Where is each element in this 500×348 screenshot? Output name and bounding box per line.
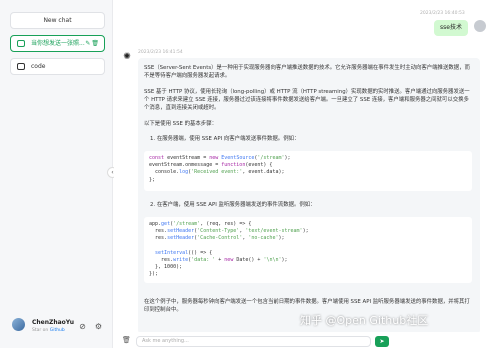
session-actions: ✎🗑 [85, 36, 100, 51]
code-block-1: const eventStream = new EventSource('/st… [144, 151, 472, 191]
settings-icon[interactable]: ⚙ [94, 322, 103, 331]
app-window: New chat 当你想发送一张照... ✎🗑 code ChenZhaoYu … [0, 0, 500, 348]
session-label: code [31, 63, 46, 70]
user-subtitle: Star on Github [32, 328, 65, 333]
openai-icon: ✺ [123, 52, 131, 62]
send-icon: ➤ [379, 338, 385, 345]
step-1: 1. 在服务器端，使用 SSE API 向客户端发送事件数据。例如： [150, 136, 300, 142]
answer-paragraph: 以下是使用 SSE 的基本步骤： [144, 121, 217, 127]
step-2: 2. 在客户端，使用 SSE API 监听服务器端发送的事件流数据。例如： [150, 202, 316, 208]
chat-icon [17, 63, 25, 70]
code-block-2: app.get('/stream', (req, res) => { res.s… [144, 217, 472, 283]
user-avatar [474, 20, 486, 32]
github-link[interactable]: Github [50, 328, 65, 333]
clear-icon[interactable]: ⊘ [78, 322, 87, 331]
chat-icon [17, 40, 25, 47]
bot-message: SSE（Server-Sent Events）是一种用于实现服务器向客户端推送数… [138, 58, 480, 334]
user-message: sse技术 [434, 20, 468, 36]
trash-icon[interactable]: 🗑 [122, 336, 131, 344]
user-message-time: 2023/2/23 16:40:53 [420, 11, 465, 16]
watermark: 知乎 @Open Github社区 [300, 314, 429, 327]
delete-icon[interactable]: 🗑 [91, 40, 100, 47]
send-button[interactable]: ➤ [375, 336, 389, 347]
sidebar: New chat 当你想发送一张照... ✎🗑 code ChenZhaoYu … [0, 0, 113, 348]
session-label: 当你想发送一张照... [31, 40, 85, 47]
user-name: ChenZhaoYu [32, 319, 74, 326]
bot-message-time: 2023/2/23 16:41:54 [138, 50, 183, 55]
message-input[interactable]: Ask me anything... [136, 336, 371, 347]
chat-main: 2023/2/23 16:40:53 sse技术 ✺ 2023/2/23 16:… [114, 0, 500, 348]
answer-paragraph: SSE（Server-Sent Events）是一种用于实现服务器向客户端推送数… [144, 65, 470, 79]
input-row: 🗑 Ask me anything... ➤ [114, 332, 500, 348]
answer-paragraph: SSE 基于 HTTP 协议，使用长轮询（long-polling）或 HTTP… [144, 89, 470, 111]
session-item[interactable]: code [10, 58, 105, 75]
session-item-active[interactable]: 当你想发送一张照... ✎🗑 [10, 35, 105, 52]
new-chat-button[interactable]: New chat [10, 12, 105, 29]
avatar[interactable] [12, 318, 25, 331]
